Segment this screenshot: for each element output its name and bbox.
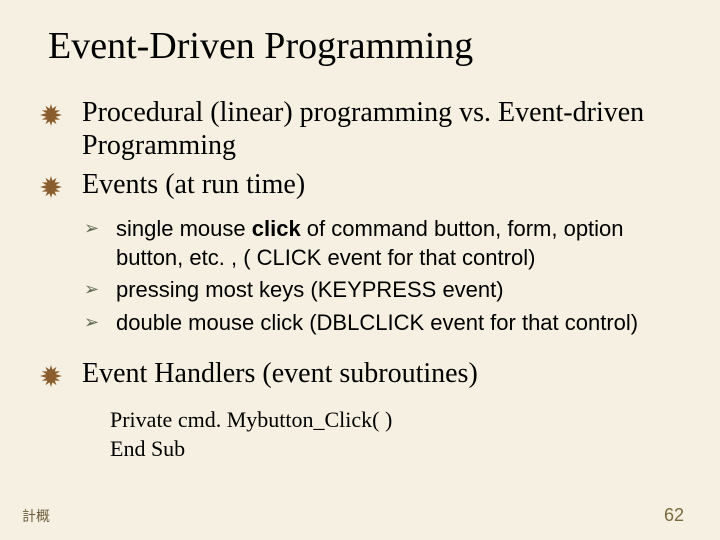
code-line: End Sub (110, 434, 680, 464)
bullet-text: Procedural (linear) programming vs. Even… (82, 97, 644, 161)
sub-bullet-item: ➢ pressing most keys (KEYPRESS event) (80, 276, 680, 305)
code-line: Private cmd. Mybutton_Click( ) (110, 405, 680, 435)
text-fragment: single mouse (116, 216, 252, 241)
sub-bullet-text: pressing most keys (KEYPRESS event) (116, 277, 504, 302)
chevron-icon: ➢ (84, 217, 99, 240)
page-number: 62 (664, 505, 684, 526)
footer-label: 計概 (22, 506, 50, 526)
starburst-icon (40, 365, 62, 387)
bullet-list: Procedural (linear) programming vs. Even… (40, 96, 680, 201)
bullet-list: Event Handlers (event subroutines) (40, 357, 680, 390)
slide: Event-Driven Programming Procedural (lin… (0, 0, 720, 540)
bullet-item: Events (at run time) (40, 168, 680, 201)
chevron-icon: ➢ (84, 278, 99, 301)
sub-bullet-item: ➢ double mouse click (DBLCLICK event for… (80, 309, 680, 338)
bullet-text: Events (at run time) (82, 169, 305, 200)
sub-bullet-text: single mouse click of command button, fo… (116, 216, 624, 270)
sub-bullet-list: ➢ single mouse click of command button, … (80, 215, 680, 337)
code-block: Private cmd. Mybutton_Click( ) End Sub (110, 405, 680, 464)
starburst-icon (40, 176, 62, 198)
bullet-text: Event Handlers (event subroutines) (82, 358, 478, 389)
chevron-icon: ➢ (84, 311, 99, 334)
bullet-item: Procedural (linear) programming vs. Even… (40, 96, 680, 162)
sub-bullet-item: ➢ single mouse click of command button, … (80, 215, 680, 272)
sub-bullet-text: double mouse click (DBLCLICK event for t… (116, 310, 638, 335)
slide-title: Event-Driven Programming (48, 24, 680, 68)
starburst-icon (40, 104, 62, 126)
text-bold: click (252, 216, 301, 241)
bullet-item: Event Handlers (event subroutines) (40, 357, 680, 390)
